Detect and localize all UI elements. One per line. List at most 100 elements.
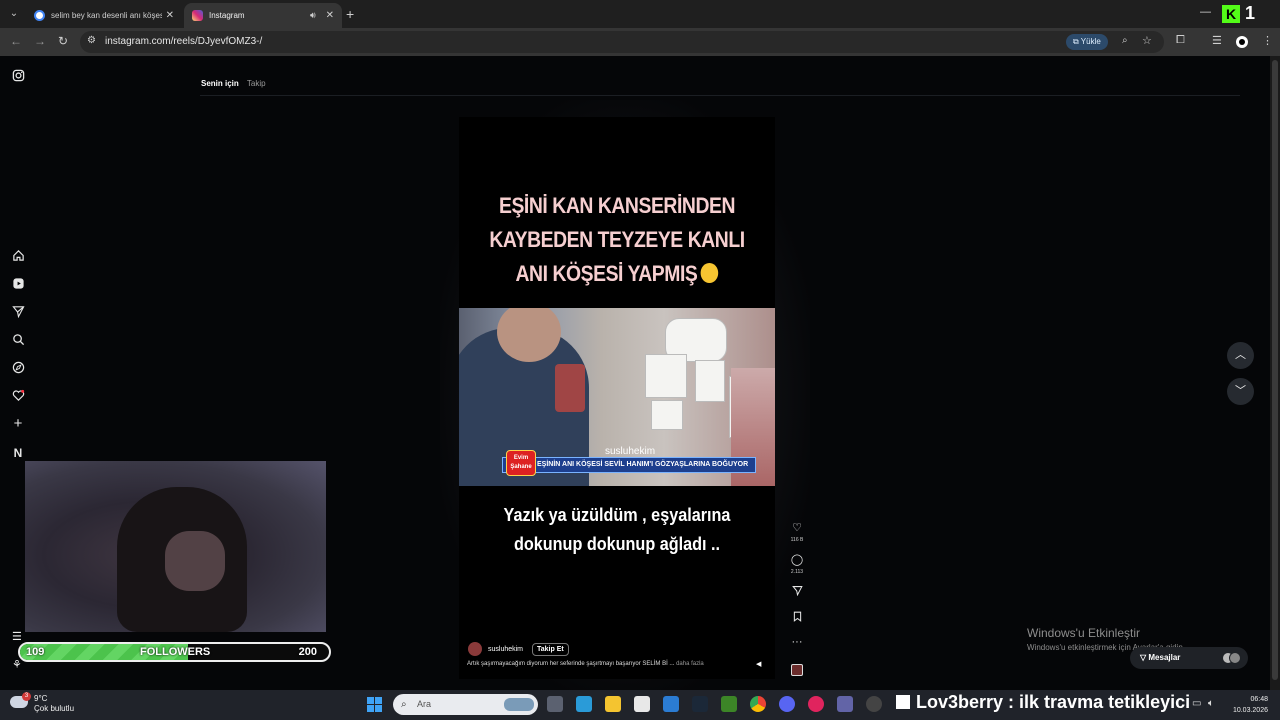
browser-tab-strip: ⌄ selim bey kan desenli anı köşesi ✕ Ins… [0, 0, 1280, 28]
scrollbar-thumb[interactable] [1272, 60, 1278, 680]
weather-temp: 9°C [34, 694, 48, 703]
file-explorer-icon[interactable] [605, 696, 621, 712]
tab-for-you[interactable]: Senin için [201, 79, 239, 88]
tab-instagram[interactable]: Instagram 🔊︎ ✕ [184, 3, 342, 28]
menu-hamburger-icon[interactable]: ☰ [12, 630, 22, 643]
subtitle-line: Yazık ya üzüldüm , eşyalarına [503, 505, 731, 525]
search-icon[interactable] [11, 333, 25, 347]
taskbar-clock[interactable]: 06:48 10.03.2026 [1228, 694, 1268, 716]
webcam-face-shape [165, 531, 225, 591]
video-scarf-shape [555, 364, 585, 412]
reading-list-icon[interactable]: ☰ [1212, 34, 1222, 47]
speaker-icon[interactable]: 🔊︎ [310, 10, 316, 21]
profile-avatar[interactable] [1236, 36, 1248, 48]
widgets-icon[interactable] [576, 696, 592, 712]
notepad-icon[interactable] [634, 696, 650, 712]
new-tab-button[interactable]: + [346, 6, 354, 22]
reload-icon[interactable]: ↻ [58, 34, 68, 48]
teams-icon[interactable] [837, 696, 853, 712]
reel-author-row: susluhekim Takip Et [468, 642, 569, 656]
ticker-badge-icon [896, 695, 910, 709]
weather-desc: Çok bulutlu [34, 704, 75, 713]
threads-n-icon[interactable]: N [11, 446, 25, 460]
extensions-icon[interactable]: ⧠ [1176, 34, 1185, 47]
video-watermark: susluhekim [605, 446, 656, 457]
feed-divider [200, 95, 1240, 96]
evim-sahane-logo: Evim Şahane [506, 450, 536, 476]
followers-label: FOLLOWERS [140, 646, 211, 658]
audio-thumbnail[interactable] [791, 664, 803, 676]
notifications-heart-icon[interactable] [11, 389, 25, 403]
direct-send-icon[interactable] [11, 305, 25, 319]
task-view-icon[interactable] [547, 696, 563, 712]
comment-icon[interactable]: ◯ [789, 553, 805, 566]
search-icon: ⌕ [401, 699, 407, 710]
headline-line: ANI KÖŞESİ YAPMIŞ [515, 261, 698, 286]
chrome-menu-icon[interactable]: ⋮ [1262, 34, 1273, 47]
close-tab-icon[interactable]: ✕ [326, 10, 334, 21]
like-heart-icon[interactable]: ♡ [789, 521, 805, 534]
mute-icon[interactable]: ◀︎ [756, 660, 761, 668]
tray-volume-icon[interactable]: 🔈︎ [1208, 698, 1214, 709]
instagram-logo-icon[interactable] [11, 69, 25, 83]
share-send-icon[interactable] [789, 585, 805, 599]
discord-icon[interactable] [779, 696, 795, 712]
followers-goal: 200 [298, 646, 317, 658]
chat-ticker: Lov3berry : ilk travma tetikleyici [896, 692, 1190, 716]
taskbar-search-placeholder: Ara [417, 699, 432, 709]
weather-badge: 3 [22, 692, 31, 701]
author-avatar[interactable] [468, 642, 482, 656]
follow-button[interactable]: Takip Et [532, 642, 569, 656]
omnibox[interactable]: ⚙︎ instagram.com/reels/DJyevfOMZ3-/ ⧉ Yü… [80, 31, 1164, 53]
upload-button[interactable]: ⧉ Yükle [1066, 34, 1108, 50]
headline-line: EŞİNİ KAN KANSERİNDEN [498, 193, 736, 218]
site-info-icon[interactable]: ⚙︎ [87, 35, 96, 46]
zoom-icon[interactable]: ⌕ [1122, 35, 1128, 46]
reel-player[interactable]: EŞİNİ KAN KANSERİNDEN KAYBEDEN TEYZEYE K… [459, 117, 775, 679]
video-frame-shape [651, 400, 683, 430]
more-options-icon[interactable]: ··· [789, 636, 805, 648]
forward-icon[interactable]: → [34, 34, 46, 48]
tab-following[interactable]: Takip [247, 79, 266, 88]
bookmark-star-icon[interactable]: ☆ [1142, 34, 1152, 47]
back-icon[interactable]: ← [10, 34, 22, 48]
tab-selim-bey[interactable]: selim bey kan desenli anı köşesi ✕ [26, 3, 182, 28]
url-text[interactable]: instagram.com/reels/DJyevfOMZ3-/ [105, 36, 262, 47]
upload-label: Yükle [1080, 37, 1101, 46]
reel-video-frame[interactable]: susluhekim EŞİNİN ANI KÖŞESİ SEVİL HANIM… [459, 308, 775, 486]
tv-lower-third: EŞİNİN ANI KÖŞESİ SEVİL HANIM'I GÖZYAŞLA… [502, 457, 756, 473]
like-count: 116 B [790, 537, 804, 543]
video-frame-shape [645, 354, 687, 398]
create-plus-icon[interactable]: + [11, 416, 25, 431]
minimize-icon[interactable]: — [1200, 6, 1211, 18]
messages-button[interactable]: ▽ Mesajlar [1130, 647, 1248, 669]
eye-roll-emoji-icon [700, 263, 719, 283]
caption-more-link[interactable]: daha fazla [676, 661, 704, 667]
steam-icon[interactable] [692, 696, 708, 712]
tab-title: Instagram [209, 11, 245, 20]
subtitle-line: dokunup dokunup ağladı .. [513, 534, 721, 554]
search-highlight-image [504, 698, 534, 711]
obs-icon[interactable] [866, 696, 882, 712]
xbox-icon[interactable] [721, 696, 737, 712]
webcam-overlay [25, 461, 326, 632]
tray-network-icon[interactable]: ▭ [1192, 698, 1201, 709]
explore-compass-icon[interactable] [11, 361, 25, 375]
outlook-icon[interactable] [663, 696, 679, 712]
weather-widget[interactable]: 3 9°C Çok bulutlu [10, 692, 75, 714]
previous-reel-chevron-up-icon[interactable]: ︿ [1227, 342, 1254, 369]
tab-search-button[interactable]: ⌄ [6, 6, 22, 22]
page-scrollbar[interactable] [1270, 56, 1280, 690]
reel-headline: EŞİNİ KAN KANSERİNDEN KAYBEDEN TEYZEYE K… [478, 189, 756, 291]
save-bookmark-icon[interactable] [789, 611, 805, 625]
home-icon[interactable] [11, 249, 25, 263]
taskbar-search[interactable]: ⌕ Ara [393, 694, 538, 715]
author-username[interactable]: susluhekim [488, 646, 523, 653]
media-player-icon[interactable] [808, 696, 824, 712]
reels-icon[interactable] [11, 277, 25, 291]
windows-start-icon[interactable] [367, 697, 383, 713]
tab-title: selim bey kan desenli anı köşesi [51, 11, 162, 20]
close-tab-icon[interactable]: ✕ [166, 10, 174, 21]
next-reel-chevron-down-icon[interactable]: ﹀ [1227, 378, 1254, 405]
chrome-icon[interactable] [750, 696, 766, 712]
